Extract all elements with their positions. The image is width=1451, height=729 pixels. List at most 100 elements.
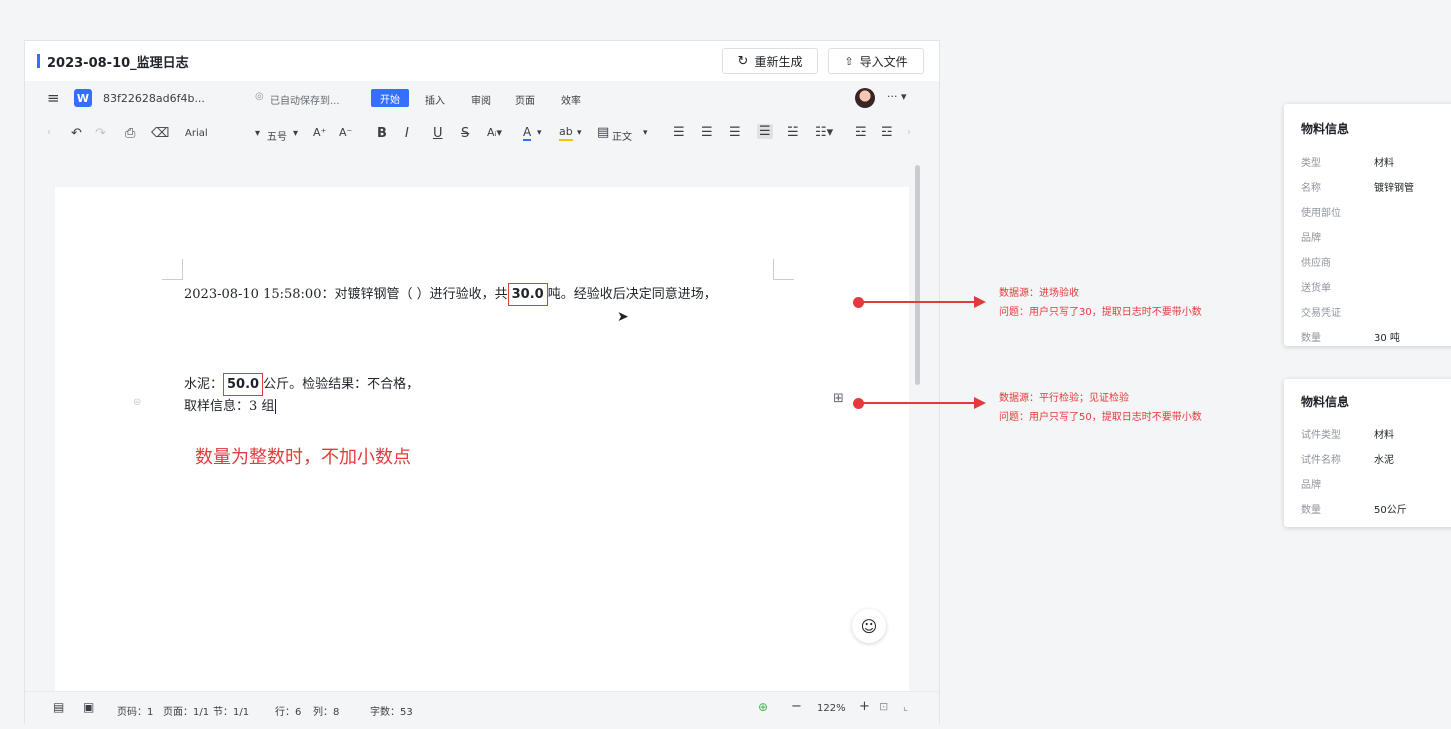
vertical-scrollbar[interactable] — [915, 165, 920, 385]
zoom-level[interactable]: 122% — [817, 703, 846, 714]
line1-prefix: 2023-08-10 15:58:00：对镀锌钢管（ ）进行验收，共 — [184, 287, 508, 302]
scroll-right-icon[interactable]: › — [907, 127, 911, 138]
status-row: 行：6 — [275, 707, 302, 718]
status-page-code: 页码：1 — [117, 707, 154, 718]
card-1-label-voucher: 交易凭证 — [1301, 308, 1341, 319]
annotation-2-issue: 问题：用户只写了50，提取日志时不要带小数 — [999, 412, 1202, 423]
fit-page-icon[interactable]: ⊡ — [879, 700, 888, 713]
bold-button[interactable]: B — [377, 126, 387, 141]
ai-assistant-icon[interactable]: ☺ — [852, 609, 886, 643]
card-2-value-specimen-type: 材料 — [1374, 430, 1394, 441]
document-page[interactable]: 2023-08-10 15:58:00：对镀锌钢管（ ）进行验收，共 30.0 吨。… — [55, 187, 909, 691]
align-justify-icon[interactable]: ☰ — [757, 124, 773, 139]
style-dropdown-icon[interactable]: ▾ — [643, 128, 648, 138]
connector-line-2 — [860, 402, 974, 404]
user-avatar[interactable] — [855, 88, 875, 108]
page-view-icon[interactable]: ▣ — [83, 700, 94, 714]
refresh-icon: ↻ — [737, 53, 749, 69]
clear-format-icon[interactable]: ⌫ — [151, 126, 169, 141]
annotation-1-source: 数据源：进场验收 — [999, 288, 1079, 299]
line3-text: 取样信息：3 组 — [184, 399, 275, 414]
margin-mark-top-left — [162, 259, 183, 280]
font-family-select[interactable]: Arial — [185, 128, 208, 139]
online-sync-icon[interactable]: ⊕ — [758, 700, 768, 714]
card-1-title: 物料信息 — [1301, 122, 1350, 136]
tab-insert[interactable]: 插入 — [425, 92, 445, 107]
outline-view-icon[interactable]: ▤ — [53, 700, 64, 714]
distributed-align-icon[interactable]: ☱ — [787, 125, 799, 140]
highlight-dropdown-icon[interactable]: ▾ — [577, 128, 582, 138]
quantity-30-highlight: 30.0 — [507, 283, 548, 306]
title-accent-bar — [37, 54, 40, 68]
card-1-label-location: 使用部位 — [1301, 208, 1341, 219]
more-options-icon[interactable]: ··· ▾ — [887, 90, 907, 103]
upload-icon: ⇧ — [844, 54, 854, 68]
align-left-icon[interactable]: ☰ — [673, 125, 685, 140]
fullscreen-icon[interactable]: ⌞ — [903, 700, 908, 713]
import-file-button[interactable]: ⇧ 导入文件 — [828, 48, 924, 74]
tab-efficiency[interactable]: 效率 — [561, 92, 581, 107]
card-2-value-specimen-name: 水泥 — [1374, 455, 1394, 466]
document-area: 2023-08-10 15:58:00：对镀锌钢管（ ）进行验收，共 30.0 吨。… — [25, 155, 939, 691]
zoom-out-icon[interactable]: − — [791, 699, 802, 714]
numbered-list-icon[interactable]: ☲ — [881, 125, 893, 140]
undo-icon[interactable]: ↶ — [71, 126, 82, 141]
italic-button[interactable]: I — [405, 126, 409, 141]
highlight-icon[interactable]: ab — [559, 125, 573, 141]
paragraph-handle-icon[interactable]: ⊜ — [133, 397, 141, 408]
underline-button[interactable]: U — [433, 126, 443, 141]
paragraph-style-select[interactable]: 正文 — [612, 128, 632, 143]
status-col: 列：8 — [313, 707, 340, 718]
line-spacing-icon[interactable]: ☷▾ — [815, 125, 833, 140]
mouse-cursor-icon: ➤ — [617, 309, 629, 325]
hamburger-menu-icon[interactable]: ≡ — [47, 89, 60, 107]
card-1-label-name: 名称 — [1301, 183, 1321, 194]
doc-file-name[interactable]: 83f22628ad6f4b... — [103, 92, 205, 105]
strikethrough-button[interactable]: S — [461, 126, 469, 141]
card-1-label-delivery: 送货单 — [1301, 283, 1331, 294]
connector-arrow-1 — [974, 296, 986, 308]
status-word-count: 字数：53 — [370, 707, 413, 718]
doc-line-1: 2023-08-10 15:58:00：对镀锌钢管（ ）进行验收，共 30.0 吨。… — [184, 283, 717, 306]
annotation-2: 数据源：平行检验；见证检验 问题：用户只写了50，提取日志时不要带小数 — [999, 389, 1202, 427]
zoom-in-icon[interactable]: + — [859, 699, 870, 714]
scroll-left-icon[interactable]: ‹ — [47, 127, 51, 138]
card-2-label-quantity: 数量 — [1301, 505, 1321, 516]
tab-review[interactable]: 审阅 — [471, 92, 491, 107]
connector-arrow-2 — [974, 397, 986, 409]
import-label: 导入文件 — [859, 54, 908, 69]
redo-icon[interactable]: ↷ — [95, 126, 106, 141]
font-color-dropdown-icon[interactable]: ▾ — [537, 128, 542, 138]
card-1-value-name: 镀锌钢管 — [1374, 183, 1414, 194]
decrease-font-icon[interactable]: A⁻ — [339, 126, 352, 139]
card-2-label-brand: 品牌 — [1301, 480, 1321, 491]
regenerate-button[interactable]: ↻ 重新生成 — [722, 48, 818, 74]
editor-window: 2023-08-10_监理日志 ↻ 重新生成 ⇧ 导入文件 ≡ W 83f226… — [24, 40, 940, 724]
font-color-icon[interactable]: A — [523, 125, 532, 141]
bulleted-list-icon[interactable]: ☲ — [855, 125, 867, 140]
text-effect-icon[interactable]: Aᵢ▾ — [487, 126, 502, 139]
tab-start[interactable]: 开始 — [371, 89, 409, 107]
add-comment-icon[interactable]: ⊞ — [833, 391, 844, 406]
menu-bar: ≡ W 83f22628ad6f4b... ◎ 已自动保存到... 开始 插入 … — [25, 81, 939, 115]
material-info-card-2: 物料信息 试件类型 材料 试件名称 水泥 品牌 数量 50公斤 — [1284, 379, 1451, 527]
align-center-icon[interactable]: ☰ — [701, 125, 713, 140]
wps-logo-icon: W — [74, 89, 92, 107]
align-right-icon[interactable]: ☰ — [729, 125, 741, 140]
increase-font-icon[interactable]: A⁺ — [313, 126, 326, 139]
format-painter-icon[interactable]: ⎙ — [125, 126, 135, 141]
doc-line-2: 水泥： 50.0 公斤。检验结果：不合格， — [184, 373, 420, 396]
format-toolbar: ‹ ↶ ↷ ⎙ ⌫ Arial ▾ 五号 ▾ A⁺ A⁻ B I U S Aᵢ▾… — [25, 115, 939, 156]
line2-prefix: 水泥： — [184, 377, 224, 392]
line2-suffix: 公斤。检验结果：不合格， — [263, 377, 420, 392]
document-title: 2023-08-10_监理日志 — [47, 56, 189, 71]
font-dropdown-icon[interactable]: ▾ — [255, 128, 260, 139]
quantity-50-highlight: 50.0 — [223, 373, 264, 396]
paragraph-style-icon[interactable]: ▤ — [597, 125, 609, 140]
card-2-label-specimen-name: 试件名称 — [1301, 455, 1341, 466]
tab-page[interactable]: 页面 — [515, 92, 535, 107]
margin-mark-top-right — [773, 259, 794, 280]
size-dropdown-icon[interactable]: ▾ — [293, 128, 298, 139]
annotation-1: 数据源：进场验收 问题：用户只写了30，提取日志时不要带小数 — [999, 284, 1202, 322]
font-size-select[interactable]: 五号 — [267, 128, 287, 143]
